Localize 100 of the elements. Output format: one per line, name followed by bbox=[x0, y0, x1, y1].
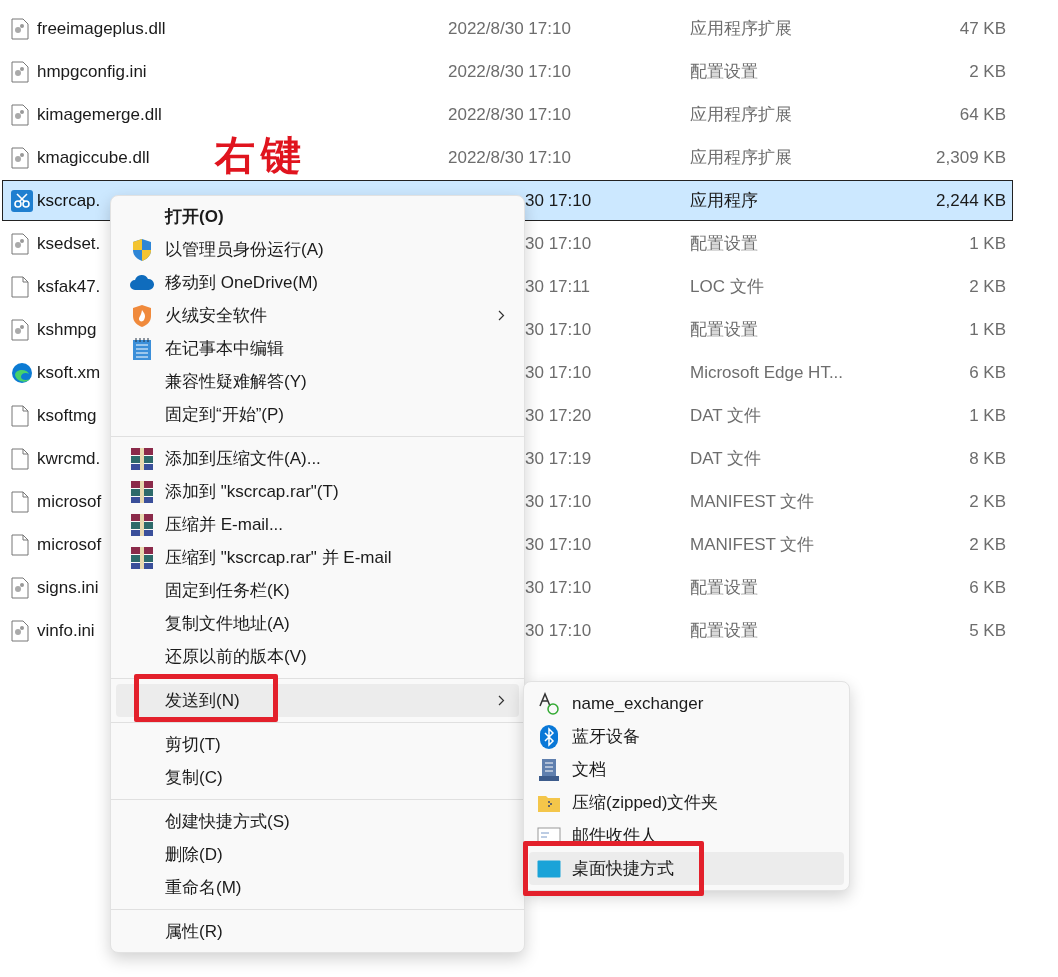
menu-item[interactable]: 删除(D) bbox=[116, 838, 519, 871]
file-name[interactable]: microsof bbox=[37, 534, 102, 555]
file-size: 8 KB bbox=[969, 448, 1006, 469]
file-icon bbox=[11, 490, 29, 513]
menu-item[interactable]: 复制(C) bbox=[116, 761, 519, 794]
menu-item[interactable]: 蓝牙设备 bbox=[529, 720, 844, 753]
gear-file-icon bbox=[11, 318, 29, 341]
file-type: 配置设置 bbox=[690, 577, 758, 599]
file-date: 2022/8/30 17:10 bbox=[448, 18, 571, 39]
desktop-icon bbox=[536, 859, 561, 878]
gear-file-icon bbox=[11, 619, 29, 642]
file-size: 2 KB bbox=[969, 61, 1006, 82]
file-size: 1 KB bbox=[969, 405, 1006, 426]
file-size: 2,309 KB bbox=[936, 147, 1006, 168]
file-name[interactable]: ksoftmg bbox=[37, 405, 97, 426]
file-size: 1 KB bbox=[969, 233, 1006, 254]
file-type: MANIFEST 文件 bbox=[690, 534, 815, 556]
file-name[interactable]: kimagemerge.dll bbox=[37, 104, 162, 125]
file-date: 30 17:10 bbox=[525, 362, 592, 383]
menu-item[interactable]: name_exchanger bbox=[529, 687, 844, 720]
file-type: 应用程序 bbox=[690, 190, 758, 212]
menu-item[interactable]: 重命名(M) bbox=[116, 871, 519, 904]
menu-item[interactable]: 添加到压缩文件(A)... bbox=[116, 442, 519, 475]
file-date: 2022/8/30 17:10 bbox=[448, 104, 571, 125]
file-type: LOC 文件 bbox=[690, 276, 764, 298]
file-name[interactable]: microsof bbox=[37, 491, 102, 512]
menu-item[interactable]: 以管理员身份运行(A) bbox=[116, 233, 519, 266]
file-name[interactable]: kwrcmd. bbox=[37, 448, 101, 469]
menu-item[interactable]: 固定到任务栏(K) bbox=[116, 574, 519, 607]
menu-item[interactable]: 压缩到 "kscrcap.rar" 并 E-mail bbox=[116, 541, 519, 574]
file-icon bbox=[11, 275, 29, 298]
menu-item[interactable]: 属性(R) bbox=[116, 915, 519, 948]
books-icon bbox=[129, 479, 154, 504]
menu-item[interactable]: 兼容性疑难解答(Y) bbox=[116, 365, 519, 398]
file-date: 30 17:10 bbox=[525, 534, 592, 555]
books-icon bbox=[129, 545, 154, 570]
file-type: MANIFEST 文件 bbox=[690, 491, 815, 513]
file-name[interactable]: ksedset. bbox=[37, 233, 101, 254]
file-icon bbox=[11, 533, 29, 556]
file-size: 6 KB bbox=[969, 362, 1006, 383]
shield-icon bbox=[130, 237, 153, 262]
file-icon bbox=[11, 447, 29, 470]
gear-file-icon bbox=[11, 576, 29, 599]
flame-shield-icon bbox=[130, 303, 153, 328]
file-name[interactable]: kshmpg bbox=[37, 319, 97, 340]
annotation-text: 右键 bbox=[215, 133, 307, 177]
file-type: 应用程序扩展 bbox=[690, 18, 792, 40]
file-size: 47 KB bbox=[959, 18, 1006, 39]
file-date: 30 17:10 bbox=[525, 577, 592, 598]
file-date: 30 17:11 bbox=[525, 276, 590, 297]
file-name[interactable]: vinfo.ini bbox=[37, 620, 95, 641]
menu-item[interactable]: 打开(O) bbox=[116, 200, 519, 233]
file-name[interactable]: kscrcap. bbox=[37, 190, 101, 211]
gear-file-icon bbox=[11, 60, 29, 83]
menu-item[interactable]: 压缩(zipped)文件夹 bbox=[529, 786, 844, 819]
file-date: 2022/8/30 17:10 bbox=[448, 61, 571, 82]
file-type: 配置设置 bbox=[690, 319, 758, 341]
file-date: 30 17:19 bbox=[525, 448, 592, 469]
file-date: 30 17:20 bbox=[525, 405, 592, 426]
gear-file-icon bbox=[11, 103, 29, 126]
menu-item[interactable]: 发送到(N) bbox=[116, 684, 519, 717]
menu-item[interactable]: 添加到 "kscrcap.rar"(T) bbox=[116, 475, 519, 508]
file-name[interactable]: signs.ini bbox=[37, 577, 99, 598]
file-size: 2,244 KB bbox=[936, 190, 1006, 211]
menu-item[interactable]: 还原以前的版本(V) bbox=[116, 640, 519, 673]
menu-item[interactable]: 压缩并 E-mail... bbox=[116, 508, 519, 541]
gear-file-icon bbox=[11, 146, 29, 169]
menu-item[interactable]: 火绒安全软件 bbox=[116, 299, 519, 332]
file-date: 30 17:10 bbox=[525, 620, 592, 641]
file-type: DAT 文件 bbox=[690, 448, 762, 470]
file-date: 30 17:10 bbox=[525, 190, 592, 211]
file-icon bbox=[11, 404, 29, 427]
document-icon bbox=[537, 757, 560, 782]
gear-file-icon bbox=[11, 232, 29, 255]
menu-item[interactable]: 在记事本中编辑 bbox=[116, 332, 519, 365]
file-name[interactable]: ksfak47. bbox=[37, 276, 101, 297]
menu-item[interactable]: 固定到“开始”(P) bbox=[116, 398, 519, 431]
file-name[interactable]: freeimageplus.dll bbox=[37, 18, 166, 39]
menu-item[interactable]: 文档 bbox=[529, 753, 844, 786]
letters-icon bbox=[537, 691, 560, 716]
scissors-icon bbox=[11, 189, 33, 212]
file-date: 30 17:10 bbox=[525, 491, 592, 512]
file-size: 1 KB bbox=[969, 319, 1006, 340]
menu-item[interactable]: 移动到 OneDrive(M) bbox=[116, 266, 519, 299]
file-size: 6 KB bbox=[969, 577, 1006, 598]
file-name[interactable]: kmagiccube.dll bbox=[37, 147, 150, 168]
file-name[interactable]: hmpgconfig.ini bbox=[37, 61, 147, 82]
menu-item[interactable]: 桌面快捷方式 bbox=[529, 852, 844, 885]
file-type: 应用程序扩展 bbox=[690, 104, 792, 126]
menu-item[interactable]: 复制文件地址(A) bbox=[116, 607, 519, 640]
file-name[interactable]: ksoft.xm bbox=[37, 362, 101, 383]
file-date: 2022/8/30 17:10 bbox=[448, 147, 571, 168]
menu-item[interactable]: 剪切(T) bbox=[116, 728, 519, 761]
file-type: 应用程序扩展 bbox=[690, 147, 792, 169]
file-type: Microsoft Edge HT... bbox=[690, 362, 844, 383]
file-date: 30 17:10 bbox=[525, 233, 592, 254]
file-size: 5 KB bbox=[969, 620, 1006, 641]
file-size: 2 KB bbox=[969, 491, 1006, 512]
menu-item[interactable]: 创建快捷方式(S) bbox=[116, 805, 519, 838]
file-date: 30 17:10 bbox=[525, 319, 592, 340]
